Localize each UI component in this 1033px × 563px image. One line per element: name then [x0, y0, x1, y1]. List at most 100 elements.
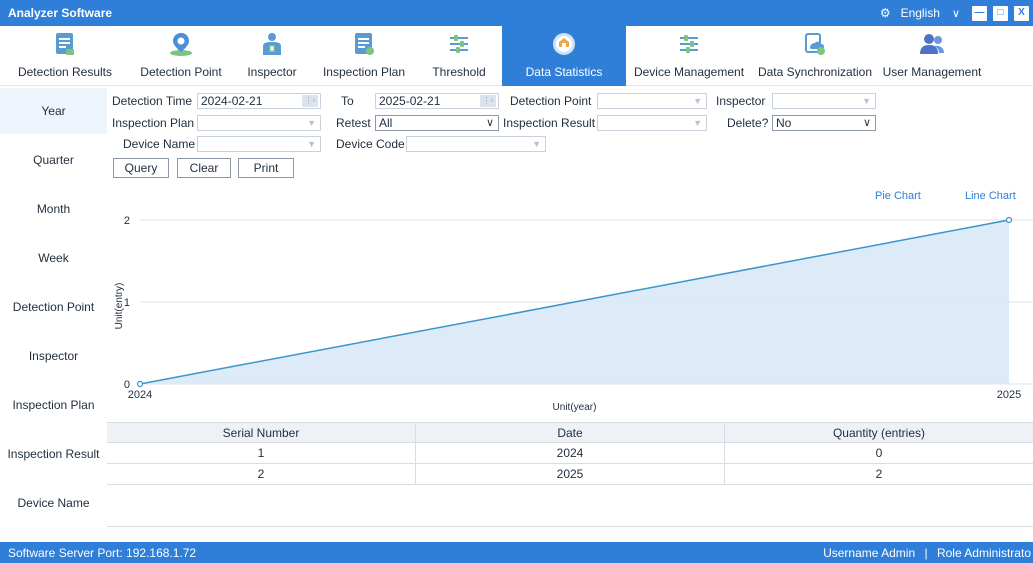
y-axis-label: Unit(entry) — [114, 283, 125, 330]
inspection-result-label: Inspection Result — [503, 116, 596, 130]
chevron-down-icon[interactable]: ∨ — [952, 7, 960, 20]
nav-inspection-plan[interactable]: Inspection Plan — [312, 26, 416, 86]
username-value: Admin — [881, 545, 916, 560]
device-code-label: Device Code — [336, 137, 405, 151]
chevron-down-icon: ▼ — [693, 96, 702, 106]
inspection-plan-label: Inspection Plan — [112, 116, 195, 130]
nav-label: Threshold — [432, 65, 486, 79]
inspection-result-select[interactable]: ▼ — [597, 115, 707, 131]
nav-inspector[interactable]: Inspector — [232, 26, 312, 86]
query-button[interactable]: Query — [113, 158, 169, 178]
detection-time-start-field[interactable]: 2024-02-21 ⋮▫ — [197, 93, 321, 109]
sidebar-item-detection-point[interactable]: Detection Point — [0, 284, 107, 330]
status-bar: Software Server Port: 192.168.1.72 Usern… — [0, 542, 1033, 563]
plan-icon — [350, 30, 378, 58]
retest-select[interactable]: All ∨ — [375, 115, 499, 131]
calendar-icon[interactable]: ⋮▫ — [302, 95, 318, 107]
to-label: To — [341, 94, 354, 108]
delete-select[interactable]: No ∨ — [772, 115, 876, 131]
x-tick-label: 2025 — [997, 389, 1021, 401]
username-label: Username — [823, 545, 879, 560]
table-cell: 1 — [107, 443, 416, 463]
nav-label: Data Synchronization — [757, 65, 873, 79]
statistics-table: Serial Number Date Quantity (entries) 1 … — [107, 422, 1033, 485]
detection-time-end-value: 2025-02-21 — [379, 94, 441, 108]
users-icon — [918, 30, 946, 58]
user-info: Username Admin | Role Administrato — [823, 546, 1033, 560]
print-button[interactable]: Print — [238, 158, 294, 178]
calendar-icon[interactable]: ⋮▫ — [480, 95, 496, 107]
chevron-down-icon: ▼ — [693, 118, 702, 128]
device-name-label: Device Name — [123, 137, 196, 151]
table-row[interactable]: 2 2025 2 — [107, 464, 1033, 485]
nav-detection-point[interactable]: Detection Point — [130, 26, 232, 86]
device-code-select[interactable]: ▼ — [406, 136, 546, 152]
detection-point-select[interactable]: ▼ — [597, 93, 707, 109]
chevron-down-icon: ∨ — [485, 117, 494, 129]
device-name-select[interactable]: ▼ — [197, 136, 321, 152]
sidebar-item-device-name[interactable]: Device Name — [0, 480, 107, 526]
sidebar-item-inspection-plan[interactable]: Inspection Plan — [0, 382, 107, 428]
table-row[interactable]: 1 2024 0 — [107, 443, 1033, 464]
nav-label: Detection Point — [140, 65, 222, 79]
filter-panel: Detection Time 2024-02-21 ⋮▫ To 2025-02-… — [107, 87, 1033, 182]
main-nav: Detection Results Detection Point Inspec… — [0, 26, 1033, 86]
inspector-select[interactable]: ▼ — [772, 93, 876, 109]
nav-label: Inspection Plan — [322, 65, 406, 79]
sidebar-item-quarter[interactable]: Quarter — [0, 137, 107, 183]
table-cell: 2025 — [416, 464, 725, 484]
data-point — [1005, 216, 1013, 224]
nav-data-statistics[interactable]: Data Statistics — [502, 26, 626, 86]
threshold-icon — [445, 30, 473, 58]
table-cell: 2 — [875, 467, 883, 481]
nav-detection-results[interactable]: Detection Results — [0, 26, 130, 86]
map-pin-icon — [167, 30, 195, 58]
chevron-down-icon: ▼ — [307, 118, 316, 128]
data-point — [136, 380, 144, 388]
detection-time-label: Detection Time — [112, 94, 193, 108]
line-chart: 0122024 2025Unit(year)Unit(entry) — [114, 215, 1033, 413]
sidebar-item-week[interactable]: Week — [0, 235, 107, 281]
table-bottom-border — [107, 526, 1033, 527]
column-header-serial: Serial Number — [107, 423, 416, 442]
clear-button[interactable]: Clear — [177, 158, 231, 178]
gear-icon[interactable]: ⚙ — [880, 6, 891, 20]
nav-threshold[interactable]: Threshold — [416, 26, 502, 86]
detection-time-end-field[interactable]: 2025-02-21 ⋮▫ — [375, 93, 499, 109]
delete-value: No — [776, 116, 792, 130]
nav-label: Data Statistics — [525, 65, 603, 79]
nav-label: User Management — [882, 65, 982, 79]
chevron-down-icon: ▼ — [532, 139, 541, 149]
close-button[interactable]: X — [1014, 5, 1029, 21]
inspection-plan-select[interactable]: ▼ — [197, 115, 321, 131]
report-icon — [51, 30, 79, 58]
x-tick-label: 2024 — [128, 389, 152, 401]
role-label: Role — [936, 545, 962, 560]
nav-device-management[interactable]: Device Management — [626, 26, 752, 86]
language-select[interactable]: English — [901, 6, 940, 20]
app-title: Analyzer Software — [8, 6, 113, 20]
retest-value: All — [379, 116, 393, 130]
sidebar-item-inspection-result[interactable]: Inspection Result — [0, 431, 107, 477]
role-value: Administrato — [964, 545, 1031, 560]
nav-label: Detection Results — [17, 65, 113, 79]
table-cell: 0 — [875, 446, 883, 460]
nav-label: Inspector — [247, 65, 297, 79]
sync-icon — [801, 30, 829, 58]
minimize-button[interactable]: — — [972, 5, 987, 21]
table-cell: 2024 — [416, 443, 725, 463]
y-tick-label: 2 — [124, 215, 130, 227]
nav-data-synchronization[interactable]: Data Synchronization — [752, 26, 878, 86]
server-port-text: Software Server Port: 192.168.1.72 — [8, 545, 197, 560]
inspector-icon — [258, 30, 286, 58]
sidebar-item-inspector[interactable]: Inspector — [0, 333, 107, 379]
sidebar-item-year[interactable]: Year — [0, 88, 107, 134]
column-header-date: Date — [416, 423, 725, 442]
x-axis-label: Unit(year) — [553, 402, 597, 413]
nav-user-management[interactable]: User Management — [878, 26, 986, 86]
sidebar-item-month[interactable]: Month — [0, 186, 107, 232]
maximize-button[interactable]: □ — [993, 5, 1008, 21]
detection-time-start-value: 2024-02-21 — [201, 94, 263, 108]
delete-label: Delete? — [727, 116, 769, 130]
separator: | — [924, 545, 928, 560]
